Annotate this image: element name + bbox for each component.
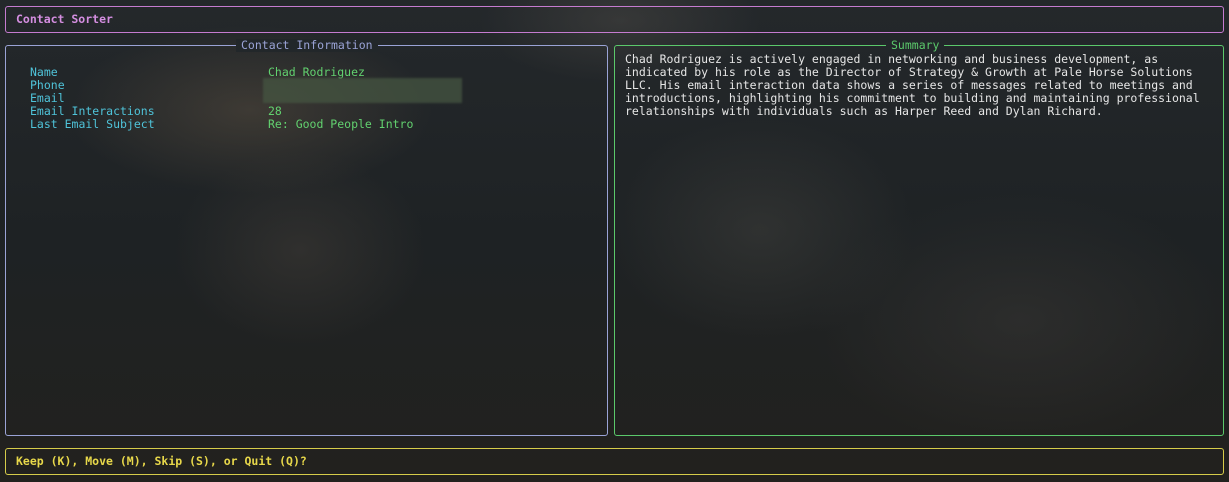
field-row-last-email-subject: Last Email Subject Re: Good People Intro xyxy=(30,118,597,131)
summary-text: Chad Rodriguez is actively engaged in ne… xyxy=(625,52,1200,118)
field-label-last-email-subject: Last Email Subject xyxy=(30,117,155,131)
redacted-contact-details xyxy=(263,78,462,103)
app-title-bar: Contact Sorter xyxy=(5,6,1224,33)
command-prompt-text: Keep (K), Move (M), Skip (S), or Quit (Q… xyxy=(16,454,307,468)
contact-panel-title: Contact Information xyxy=(236,39,378,52)
summary-panel-title: Summary xyxy=(886,39,945,52)
field-value-last-email-subject: Re: Good People Intro xyxy=(268,117,414,131)
contact-information-panel: Contact Information Name Chad Rodriguez … xyxy=(5,39,608,436)
app-title: Contact Sorter xyxy=(16,12,113,26)
command-prompt-bar[interactable]: Keep (K), Move (M), Skip (S), or Quit (Q… xyxy=(5,448,1224,475)
summary-panel: Summary Chad Rodriguez is actively engag… xyxy=(614,39,1224,436)
